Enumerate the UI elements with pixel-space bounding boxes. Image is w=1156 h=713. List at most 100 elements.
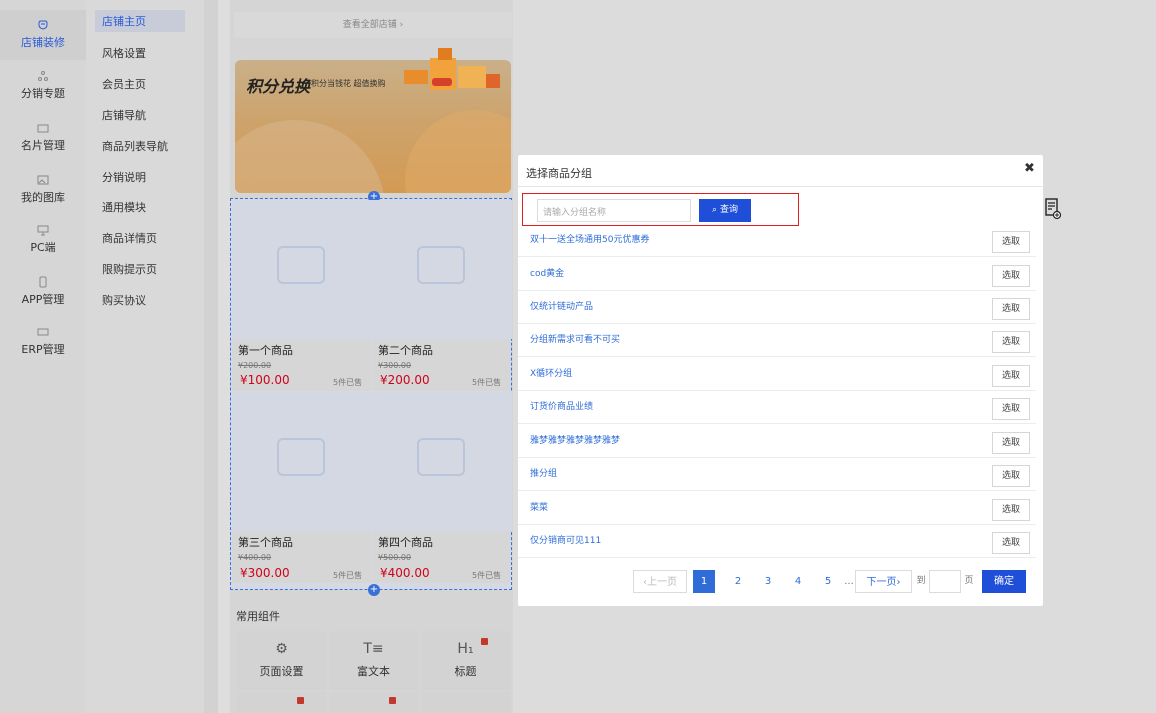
- banner-subtitle: 积分当钱花 超值换购: [311, 79, 386, 88]
- product-card[interactable]: [372, 200, 512, 339]
- sidebar-item-label: 店铺装修: [21, 36, 65, 49]
- next-page-button[interactable]: 下一页›: [855, 570, 912, 593]
- erp-icon: [37, 328, 49, 336]
- goto-confirm-button[interactable]: 确定: [982, 570, 1026, 593]
- settings-gear-icon: ⚙: [275, 641, 288, 657]
- list-item: 仅分销商可见111 选取: [518, 525, 1036, 558]
- sidebar-item-app[interactable]: APP管理: [0, 276, 86, 316]
- search-button-label: 查询: [719, 205, 738, 215]
- page-button-3[interactable]: 3: [757, 570, 779, 593]
- product-sold-count: 5件已售: [333, 571, 363, 580]
- product-price: ¥400.00: [380, 566, 430, 580]
- subnav-item-purchase-agreement[interactable]: 购买协议: [102, 292, 146, 308]
- select-button[interactable]: 选取: [992, 331, 1030, 353]
- product-price: ¥100.00: [240, 373, 290, 387]
- select-button[interactable]: 选取: [992, 231, 1030, 253]
- view-all-shops-link[interactable]: 查看全部店铺 ›: [234, 12, 512, 38]
- card-icon: [37, 124, 49, 133]
- group-name[interactable]: 菜菜: [530, 500, 548, 513]
- sidebar-item-card[interactable]: 名片管理: [0, 122, 86, 162]
- sidebar-item-label: 分销专题: [21, 87, 65, 100]
- heading-icon: H₁: [457, 641, 474, 657]
- add-component-bottom-icon[interactable]: +: [368, 584, 380, 596]
- subnav-item-distribution-desc[interactable]: 分销说明: [102, 169, 146, 185]
- group-search-input[interactable]: 请输入分组名称: [537, 199, 691, 222]
- product-card[interactable]: [232, 200, 372, 339]
- document-add-icon[interactable]: [1045, 198, 1061, 220]
- group-name[interactable]: cod黄金: [530, 266, 564, 279]
- group-name[interactable]: X循环分组: [530, 366, 572, 379]
- subnav-item-style[interactable]: 风格设置: [102, 45, 146, 61]
- sidebar-item-label: PC端: [30, 241, 56, 254]
- group-name[interactable]: 推分组: [530, 466, 557, 479]
- product-original-price: ¥300.00: [378, 361, 412, 370]
- page-button-5[interactable]: 5: [817, 570, 839, 593]
- component-heading[interactable]: H₁ 标题: [421, 631, 510, 690]
- image-placeholder-icon: [417, 246, 465, 284]
- component-more[interactable]: [421, 692, 510, 713]
- common-components-title: 常用组件: [236, 610, 280, 623]
- select-button[interactable]: 选取: [992, 298, 1030, 320]
- sidebar-item-pc[interactable]: PC端: [0, 224, 86, 264]
- select-button[interactable]: 选取: [992, 465, 1030, 487]
- group-name[interactable]: 双十一送全场通用50元优惠券: [530, 232, 649, 245]
- product-original-price: ¥500.00: [378, 553, 412, 562]
- product-card[interactable]: [232, 392, 372, 531]
- sidebar-item-distribution[interactable]: 分销专题: [0, 70, 86, 110]
- distribution-icon: [38, 71, 48, 81]
- component-more[interactable]: [329, 692, 418, 713]
- subnav-item-product-detail[interactable]: 商品详情页: [102, 230, 157, 246]
- image-placeholder-icon: [417, 438, 465, 476]
- product-sold-count: 5件已售: [472, 571, 502, 580]
- group-name[interactable]: 雅梦雅梦雅梦雅梦雅梦: [530, 433, 620, 446]
- product-original-price: ¥400.00: [238, 553, 272, 562]
- subnav-item-product-list-nav[interactable]: 商品列表导航: [102, 138, 168, 154]
- product-sold-count: 5件已售: [472, 378, 502, 387]
- page-button-1[interactable]: 1: [693, 570, 715, 593]
- list-item: cod黄金 选取: [518, 258, 1036, 291]
- page-ellipsis: ...: [844, 576, 854, 587]
- new-badge-icon: [389, 697, 396, 704]
- page-button-4[interactable]: 4: [787, 570, 809, 593]
- component-more[interactable]: [237, 692, 326, 713]
- subnav-item-member-home[interactable]: 会员主页: [102, 76, 146, 92]
- select-button[interactable]: 选取: [992, 532, 1030, 554]
- select-button[interactable]: 选取: [992, 432, 1030, 454]
- goto-page-input[interactable]: [929, 570, 961, 593]
- subnav-item-shop-nav[interactable]: 店铺导航: [102, 107, 146, 123]
- divider: [218, 0, 230, 713]
- component-rich-text[interactable]: T≡ 富文本: [329, 631, 418, 690]
- subnav-item-purchase-limit[interactable]: 限购提示页: [102, 261, 157, 277]
- group-name[interactable]: 分组新需求可看不可买: [530, 332, 620, 345]
- shop-decor-icon: [38, 20, 48, 30]
- component-page-settings[interactable]: ⚙ 页面设置: [237, 631, 326, 690]
- subnav-item-shop-home[interactable]: 店铺主页: [95, 10, 185, 32]
- product-name: 第三个商品: [238, 536, 293, 549]
- close-icon[interactable]: ✖: [1024, 161, 1035, 176]
- select-button[interactable]: 选取: [992, 365, 1030, 387]
- select-button[interactable]: 选取: [992, 398, 1030, 420]
- sidebar-item-shop-decor[interactable]: 店铺装修: [0, 10, 86, 60]
- list-item: 菜菜 选取: [518, 492, 1036, 525]
- group-name[interactable]: 仅分销商可见111: [530, 533, 601, 546]
- page-button-2[interactable]: 2: [727, 570, 749, 593]
- select-button[interactable]: 选取: [992, 499, 1030, 521]
- sidebar-item-image-library[interactable]: 我的图库: [0, 174, 86, 214]
- list-item: X循环分组 选取: [518, 358, 1036, 391]
- search-button[interactable]: ⌕ 查询: [699, 199, 751, 222]
- group-name[interactable]: 订货价商品业绩: [530, 399, 593, 412]
- product-name: 第二个商品: [378, 344, 433, 357]
- goto-label: 到: [916, 576, 926, 586]
- product-card[interactable]: [372, 392, 512, 531]
- banner-title: 积分兑换: [246, 77, 311, 96]
- list-item: 订货价商品业绩 选取: [518, 391, 1036, 424]
- sidebar-item-label: 名片管理: [21, 139, 65, 152]
- group-name[interactable]: 仅统计链动产品: [530, 299, 593, 312]
- prev-page-button[interactable]: ‹上一页: [633, 570, 687, 593]
- subnav-item-common-module[interactable]: 通用模块: [102, 199, 146, 215]
- app-icon: [39, 276, 47, 288]
- select-button[interactable]: 选取: [992, 265, 1030, 287]
- sidebar-item-erp[interactable]: ERP管理: [0, 326, 86, 366]
- product-price: ¥300.00: [240, 566, 290, 580]
- list-item: 分组新需求可看不可买 选取: [518, 324, 1036, 357]
